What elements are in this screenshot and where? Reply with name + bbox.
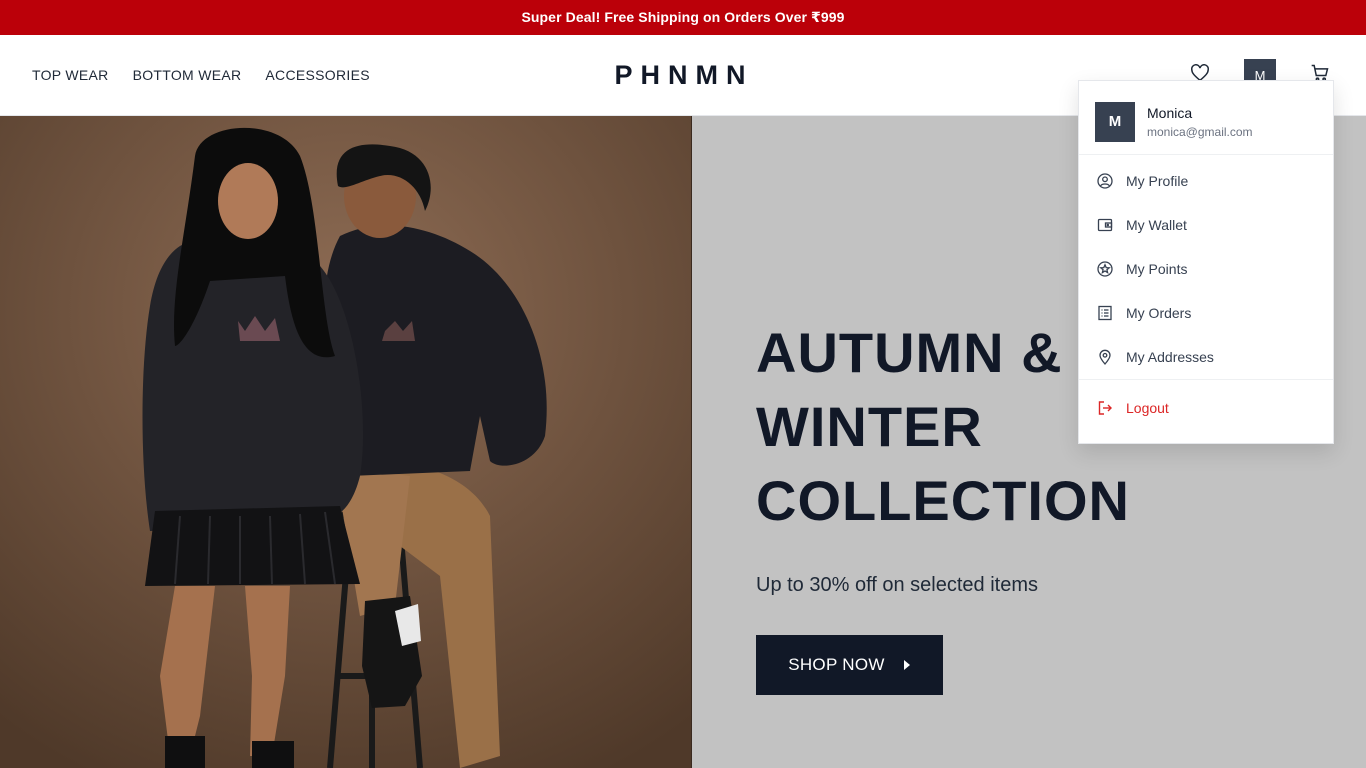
menu-item-my-wallet[interactable]: My Wallet	[1079, 203, 1333, 247]
shop-now-label: SHOP NOW	[788, 655, 885, 674]
user-name: Monica	[1147, 104, 1193, 121]
menu-item-my-addresses[interactable]: My Addresses	[1079, 335, 1333, 379]
user-info: Monica monica@gmail.com	[1147, 105, 1253, 139]
menu-item-my-profile[interactable]: My Profile	[1079, 159, 1333, 203]
account-menu-list: My Profile My Wallet My Points My Orders…	[1079, 155, 1333, 380]
menu-item-label: My Wallet	[1126, 217, 1187, 233]
site-logo[interactable]: PHNMN	[600, 35, 760, 115]
wallet-icon	[1097, 217, 1113, 233]
list-icon	[1097, 305, 1113, 321]
menu-item-label: My Orders	[1126, 305, 1192, 321]
map-pin-icon	[1097, 349, 1113, 365]
menu-item-label: My Profile	[1126, 173, 1189, 189]
hero-subtitle: Up to 30% off on selected items	[756, 574, 1039, 596]
menu-item-label: My Points	[1126, 261, 1188, 277]
main-nav: TOP WEAR BOTTOM WEAR ACCESSORIES	[32, 35, 370, 115]
nav-accessories[interactable]: ACCESSORIES	[265, 67, 369, 83]
star-badge-icon	[1097, 261, 1113, 277]
caret-right-icon	[903, 655, 911, 675]
nav-top-wear[interactable]: TOP WEAR	[32, 67, 109, 83]
promo-text: Super Deal! Free Shipping on Orders Over…	[521, 9, 845, 25]
logout-button[interactable]: Logout	[1079, 382, 1333, 434]
account-dropdown: M Monica monica@gmail.com My Profile My …	[1078, 80, 1334, 444]
avatar: M	[1095, 101, 1135, 142]
menu-item-my-orders[interactable]: My Orders	[1079, 291, 1333, 335]
logout-icon	[1097, 400, 1113, 416]
hero-image-models	[0, 116, 692, 768]
shop-now-button[interactable]: SHOP NOW	[756, 635, 943, 695]
logout-label: Logout	[1126, 400, 1169, 416]
user-email: monica@gmail.com	[1147, 124, 1253, 139]
promo-banner: Super Deal! Free Shipping on Orders Over…	[0, 0, 1366, 35]
hero-title-line: COLLECTION	[756, 469, 1130, 532]
user-circle-icon	[1097, 173, 1113, 189]
menu-item-my-points[interactable]: My Points	[1079, 247, 1333, 291]
nav-bottom-wear[interactable]: BOTTOM WEAR	[133, 67, 242, 83]
account-user-card: M Monica monica@gmail.com	[1079, 81, 1333, 155]
menu-item-label: My Addresses	[1126, 349, 1214, 365]
